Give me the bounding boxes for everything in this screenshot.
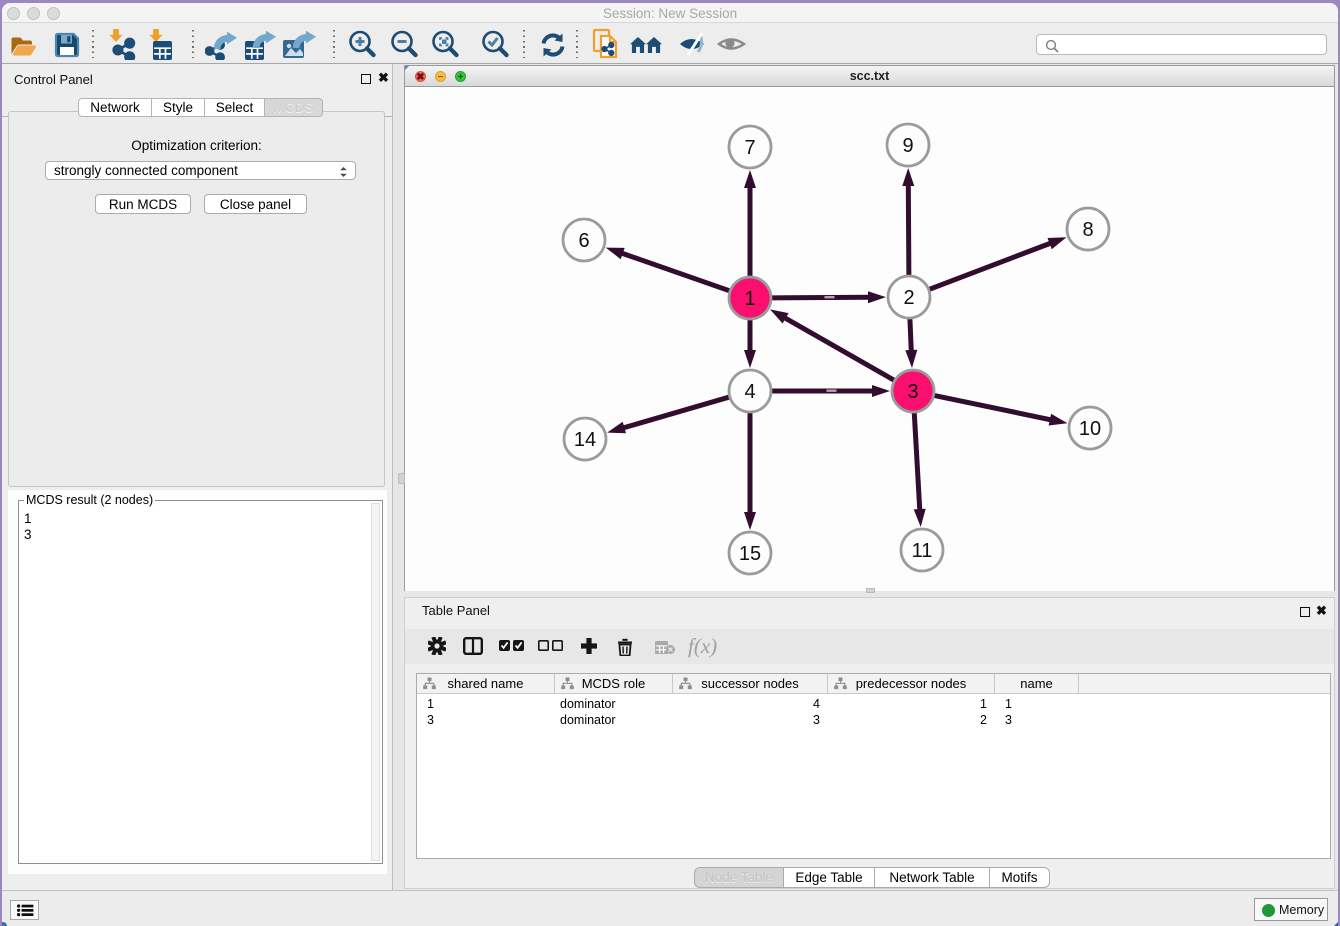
svg-text:3: 3 [907, 381, 918, 403]
svg-text:4: 4 [744, 381, 755, 403]
svg-text:11: 11 [912, 540, 933, 562]
svg-text:6: 6 [578, 230, 589, 252]
svg-text:14: 14 [574, 429, 596, 451]
svg-text:1: 1 [744, 288, 755, 310]
svg-text:15: 15 [739, 543, 761, 565]
svg-text:9: 9 [902, 135, 913, 157]
svg-text:10: 10 [1079, 418, 1101, 440]
svg-text:2: 2 [903, 287, 914, 309]
svg-text:8: 8 [1082, 219, 1093, 241]
svg-text:7: 7 [744, 137, 755, 159]
